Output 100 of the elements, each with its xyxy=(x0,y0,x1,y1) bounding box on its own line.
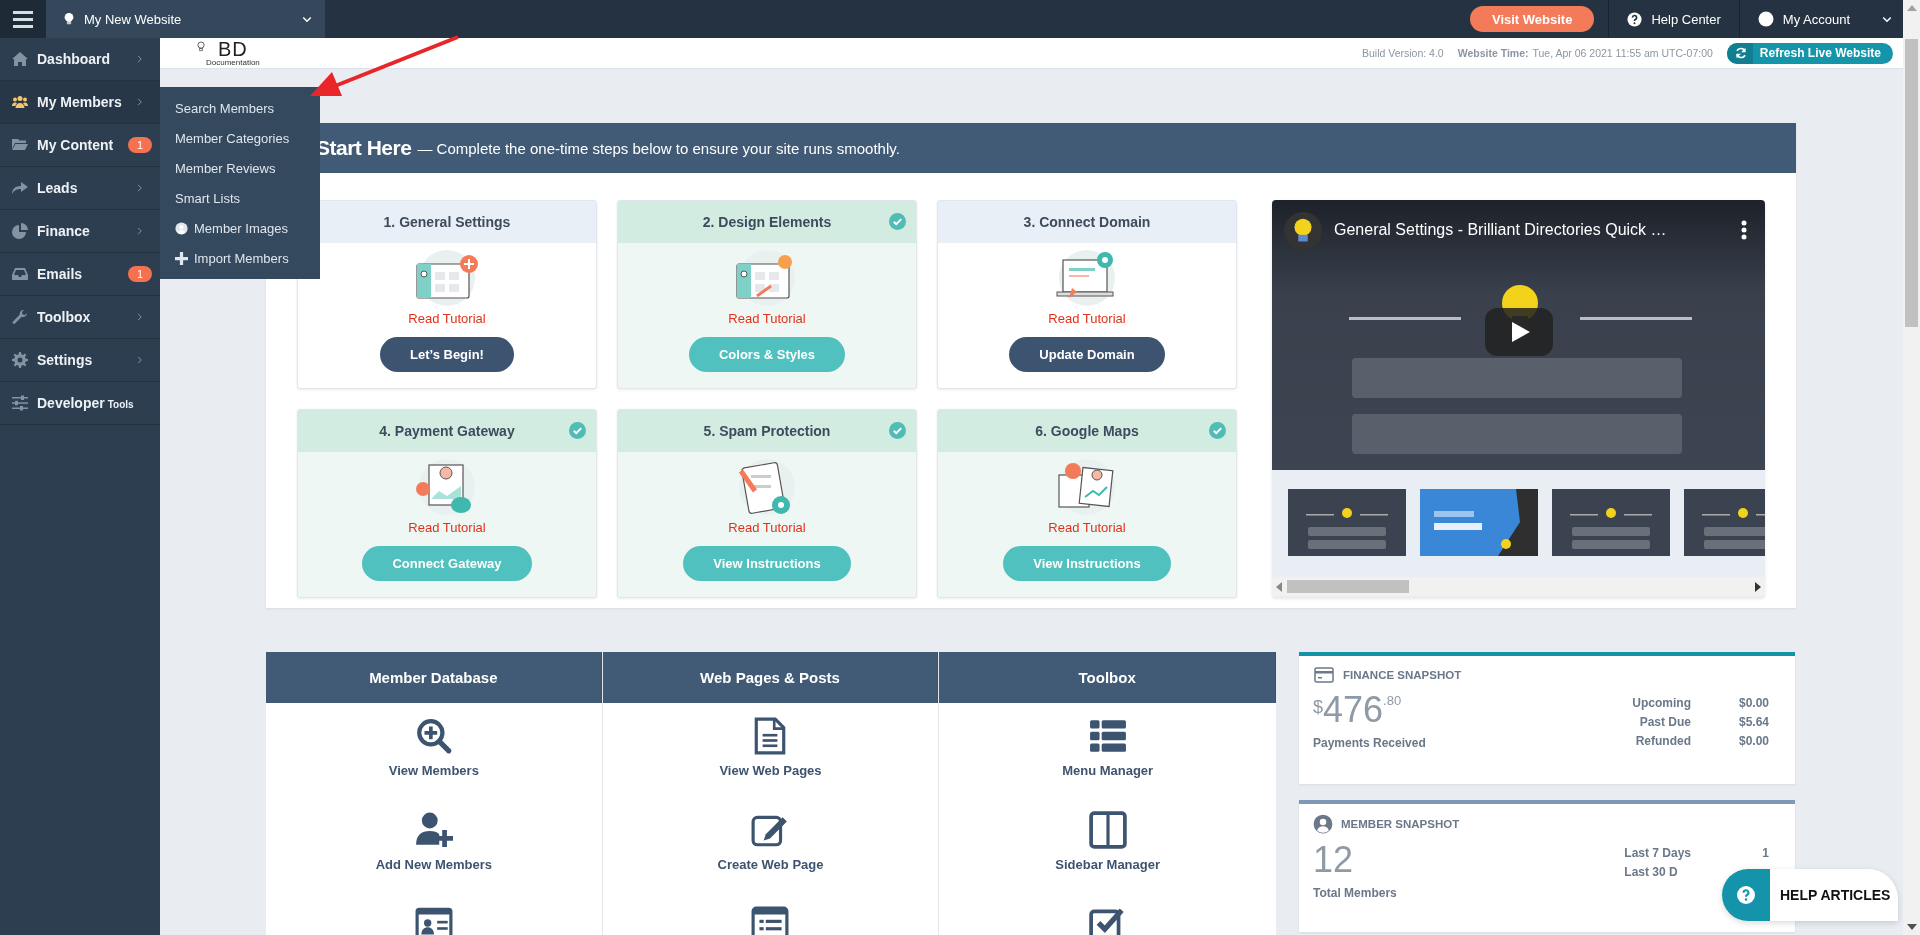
step-button[interactable]: Update Domain xyxy=(1009,337,1165,372)
site-selector[interactable]: My New Website xyxy=(46,0,325,38)
build-version: Build Version: 4.0 xyxy=(1361,47,1444,59)
website-time: Tue, Apr 06 2021 11:55 am UTC-07:00 xyxy=(1532,47,1713,59)
quick-link[interactable]: Menu Manager xyxy=(1062,717,1154,811)
scrollbar-thumb[interactable] xyxy=(1905,39,1918,327)
website-time-label: Website Time: xyxy=(1457,47,1529,59)
flyout-menu-item[interactable]: Member Reviews xyxy=(160,153,320,183)
help-icon xyxy=(1737,886,1755,904)
card-title: MEMBER SNAPSHOT xyxy=(1341,818,1460,830)
down-arrow-icon[interactable] xyxy=(1906,924,1917,930)
logo-subtitle: Documentation xyxy=(206,59,260,67)
stat-value: $0.00 xyxy=(1738,734,1769,748)
notification-badge: 1 xyxy=(127,266,152,282)
video-title[interactable]: General Settings - Brilliant Directories Quick … xyxy=(1334,221,1667,239)
chevron-right-icon xyxy=(135,225,145,237)
credit-card-icon xyxy=(1313,666,1335,684)
menu-icon xyxy=(13,10,33,28)
sidebar-item[interactable]: Leads xyxy=(0,167,160,210)
sliders-icon xyxy=(12,395,28,411)
amount-label: Total Members xyxy=(1313,885,1397,900)
amount: 12 xyxy=(1313,840,1355,880)
settings-icon xyxy=(12,352,28,368)
read-tutorial-link[interactable]: Read Tutorial xyxy=(1048,520,1126,535)
flyout-menu-item[interactable]: Smart Lists xyxy=(160,183,320,213)
logo-text: BD xyxy=(218,39,248,59)
chevron-right-icon xyxy=(135,53,145,65)
quick-link[interactable]: View Members xyxy=(388,717,479,811)
stat-label: Past Due xyxy=(1639,715,1691,729)
read-tutorial-link[interactable]: Read Tutorial xyxy=(408,520,486,535)
inbox-icon xyxy=(12,266,28,282)
help-icon xyxy=(1627,11,1643,27)
refresh-icon xyxy=(1734,47,1747,59)
step-title: 2. Design Elements xyxy=(702,214,832,230)
share-icon xyxy=(12,180,28,196)
stat-value: $0.00 xyxy=(1738,696,1769,710)
zoom-in-icon xyxy=(414,717,453,755)
read-tutorial-link[interactable]: Read Tutorial xyxy=(728,520,806,535)
stat-label: Upcoming xyxy=(1632,696,1691,710)
column-header: Web Pages & Posts xyxy=(602,652,939,703)
right-arrow-icon[interactable] xyxy=(1755,581,1761,592)
read-tutorial-link[interactable]: Read Tutorial xyxy=(728,311,806,326)
quick-link[interactable]: Add New Members xyxy=(375,811,492,905)
column-header: Member Database xyxy=(266,652,602,703)
quick-link[interactable]: View Web Pages xyxy=(719,717,822,811)
list-icon xyxy=(1088,717,1127,755)
sidebar-item[interactable]: Finance xyxy=(0,210,160,253)
step-title: 5. Spam Protection xyxy=(703,423,831,439)
left-arrow-icon[interactable] xyxy=(1276,581,1282,592)
amount-label: Payments Received xyxy=(1313,735,1426,750)
users-icon xyxy=(12,94,28,110)
scrollbar-thumb[interactable] xyxy=(1287,580,1409,593)
step-title: 6. Google Maps xyxy=(1035,423,1139,439)
chevron-right-icon xyxy=(135,182,145,194)
add-user-icon xyxy=(414,811,453,849)
quick-link[interactable]: Sidebar Manager xyxy=(1055,811,1161,905)
check-circle-icon xyxy=(889,213,906,230)
help-articles-button[interactable]: HELP ARTICLES xyxy=(1722,869,1898,921)
chevron-right-icon xyxy=(135,354,145,366)
stat-label: Refunded xyxy=(1635,734,1691,748)
check-circle-icon xyxy=(1209,422,1226,439)
column-header: Toolbox xyxy=(939,652,1276,703)
read-tutorial-link[interactable]: Read Tutorial xyxy=(408,311,486,326)
flyout-menu-item[interactable]: Search Members xyxy=(160,93,320,123)
id-card-icon xyxy=(414,905,453,935)
sidebar-item[interactable]: My Members xyxy=(0,81,160,124)
flyout-menu-item[interactable]: Member Images xyxy=(160,213,320,243)
flyout-menu-item[interactable]: Import Members xyxy=(160,243,320,273)
check-circle-icon xyxy=(569,422,586,439)
step-title: 4. Payment Gateway xyxy=(379,423,515,439)
plus-icon xyxy=(175,251,188,265)
sidebar-item[interactable]: My Content 1 xyxy=(0,124,160,167)
step-button[interactable]: Let’s Begin! xyxy=(380,337,514,372)
sidebar-item[interactable]: Emails 1 xyxy=(0,253,160,296)
more-options-icon[interactable] xyxy=(1741,220,1747,240)
notification-badge: 1 xyxy=(127,137,152,153)
menu-button[interactable] xyxy=(0,0,46,38)
quick-link[interactable]: Create Web Page xyxy=(717,811,824,905)
read-tutorial-link[interactable]: Read Tutorial xyxy=(1048,311,1126,326)
list-window-icon xyxy=(751,905,790,935)
refresh-live-website-button[interactable]: Refresh Live Website xyxy=(1726,42,1893,64)
pie-chart-icon xyxy=(12,223,28,239)
card-title: FINANCE SNAPSHOT xyxy=(1343,669,1462,681)
stat-value: $5.64 xyxy=(1738,715,1769,729)
section-subtitle: — Complete the one-time steps below to ensure your site runs smoothly. xyxy=(417,139,900,157)
columns-icon xyxy=(1088,811,1127,849)
lightbulb-icon xyxy=(1284,212,1322,250)
folder-icon xyxy=(12,137,28,153)
chevron-right-icon xyxy=(135,311,145,323)
check-circle-icon xyxy=(889,422,906,439)
stat-label: Last 7 Days xyxy=(1624,846,1691,860)
stat-value: 1 xyxy=(1762,846,1769,860)
step-title: 3. Connect Domain xyxy=(1023,214,1151,230)
home-icon xyxy=(12,51,28,67)
stat-label: Last 30 D xyxy=(1624,865,1678,879)
flyout-menu-item[interactable]: Member Categories xyxy=(160,123,320,153)
wrench-icon xyxy=(12,309,28,325)
chevron-right-icon xyxy=(135,96,145,108)
step-title: 1. General Settings xyxy=(383,214,511,230)
play-icon[interactable] xyxy=(1485,308,1553,356)
